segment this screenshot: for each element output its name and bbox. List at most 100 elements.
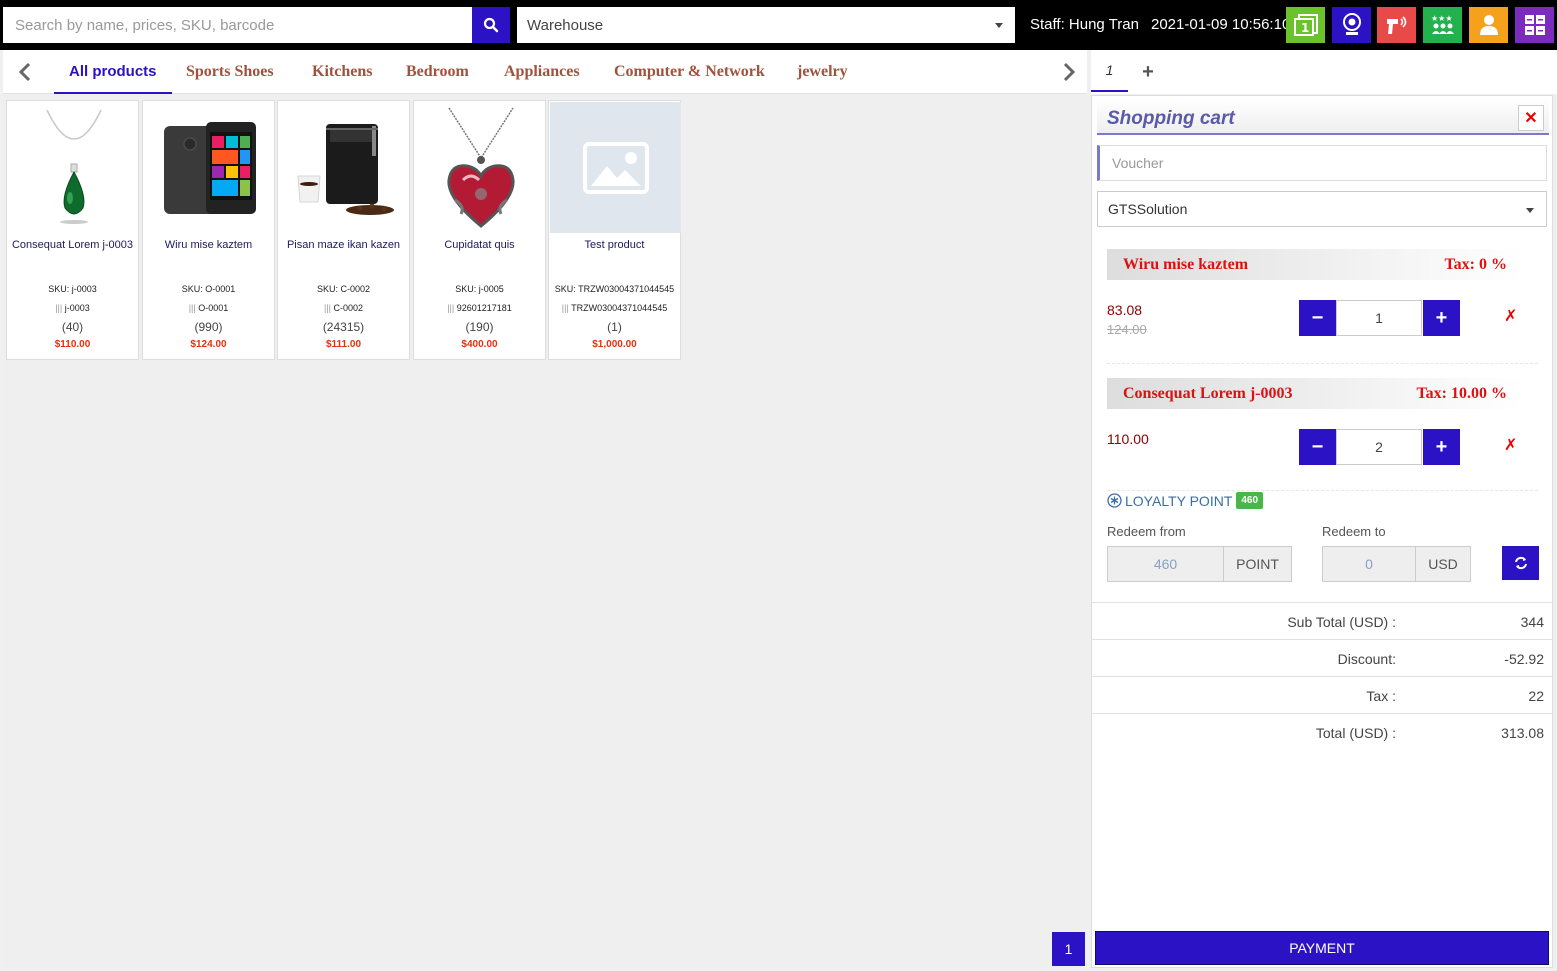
cart-item-original-price: 124.00 [1107, 322, 1147, 337]
increase-qty-button[interactable]: + [1423, 300, 1460, 336]
customer-value: GTSSolution [1108, 201, 1188, 217]
window-one-button[interactable]: 1 [1286, 7, 1325, 43]
barcode-icon: ||| [55, 303, 63, 313]
add-cart-tab-button[interactable]: + [1136, 50, 1160, 94]
product-name: Test product [584, 239, 645, 251]
product-barcode-value: 92601217181 [456, 303, 512, 313]
user-button[interactable] [1469, 7, 1508, 43]
product-name: Pisan maze ikan kazen [286, 239, 401, 251]
loyalty-point: LOYALTY POINT 460 [1107, 492, 1264, 509]
product-card[interactable]: Wiru mise kaztem SKU: O-0001 ||| O-0001 … [142, 100, 275, 360]
apps-grid-icon [1524, 15, 1545, 35]
category-tab-sports-shoes[interactable]: Sports Shoes [186, 50, 274, 94]
total-row: Total (USD) : 313.08 [1092, 713, 1552, 750]
product-sku: SKU: O-0001 [181, 284, 236, 294]
product-card[interactable]: Pisan maze ikan kazen SKU: C-0002 ||| C-… [277, 100, 410, 360]
product-stock: (990) [194, 320, 223, 334]
total-value: 313.08 [1501, 725, 1544, 741]
category-tab-appliances[interactable]: Appliances [504, 50, 580, 94]
cart-item-header: Consequat Lorem j-0003 Tax: 10.00 % [1107, 378, 1523, 409]
increase-qty-button[interactable]: + [1423, 429, 1460, 465]
category-tab-jewelry[interactable]: jewelry [797, 50, 848, 94]
product-barcode: ||| j-0003 [7, 303, 138, 313]
customer-select[interactable]: GTSSolution [1097, 191, 1547, 227]
remove-item-button[interactable]: ✗ [1504, 306, 1517, 326]
product-barcode-value: C-0002 [333, 303, 364, 313]
product-stock: (190) [465, 320, 494, 334]
category-tab-computer-network[interactable]: Computer & Network [614, 50, 765, 94]
product-barcode-value: TRZW03004371044545 [571, 303, 668, 313]
coffee-grinder-icon [296, 124, 394, 215]
page-button[interactable]: 1 [1052, 932, 1085, 966]
product-image [550, 102, 681, 233]
refresh-icon [1514, 556, 1527, 570]
payment-button[interactable]: PAYMENT [1095, 931, 1549, 965]
chevron-right-icon [1063, 62, 1076, 82]
decrease-qty-button[interactable]: − [1299, 300, 1336, 336]
apps-button[interactable] [1515, 7, 1554, 43]
product-stock: (1) [607, 320, 622, 334]
refresh-redeem-button[interactable] [1502, 546, 1539, 580]
redeem-from-input[interactable]: 460 [1107, 546, 1224, 582]
plus-icon: + [1142, 60, 1154, 83]
redeem-to-unit: USD [1415, 546, 1471, 582]
category-tab-kitchens[interactable]: Kitchens [312, 50, 372, 94]
customers-button[interactable]: ★★★ [1423, 7, 1462, 43]
warehouse-select[interactable]: Warehouse [517, 7, 1015, 43]
barcode-scanner-button[interactable] [1377, 7, 1416, 43]
product-barcode: ||| O-0001 [143, 303, 274, 313]
shopping-cart-panel: Shopping cart ✕ Voucher GTSSolution Wiru… [1091, 95, 1553, 968]
product-card[interactable]: Test product SKU: TRZW03004371044545 |||… [548, 100, 681, 360]
product-barcode: ||| TRZW03004371044545 [549, 303, 680, 313]
product-barcode-value: O-0001 [198, 303, 229, 313]
tax-value: 22 [1528, 688, 1544, 704]
close-cart-button[interactable]: ✕ [1518, 105, 1544, 131]
subtotal-value: 344 [1520, 614, 1544, 630]
cart-item-header: Wiru mise kaztem Tax: 0 % [1107, 249, 1523, 280]
chevron-left-icon [18, 62, 31, 82]
product-price: $1,000.00 [592, 339, 637, 350]
subtotal-label: Sub Total (USD) : [1287, 614, 1396, 630]
category-tab-all[interactable]: All products [54, 50, 172, 94]
search-icon [483, 17, 499, 33]
svg-text:1: 1 [1301, 21, 1309, 35]
cart-item-price: 110.00 [1107, 431, 1149, 447]
barcode-icon: ||| [447, 303, 455, 313]
decrease-qty-button[interactable]: − [1299, 429, 1336, 465]
phone-icon [163, 122, 256, 214]
remove-icon: ✗ [1504, 437, 1518, 454]
category-prev-button[interactable] [5, 50, 45, 94]
svg-text:★★★: ★★★ [1431, 14, 1453, 23]
staff-name: Staff: Hung Tran [1030, 16, 1139, 33]
plus-icon: + [1435, 306, 1448, 329]
product-image [13, 104, 134, 232]
discount-row: Discount: -52.92 [1092, 639, 1552, 676]
voucher-input[interactable]: Voucher [1097, 145, 1547, 181]
asterisk-circle-icon [1107, 493, 1122, 508]
minus-icon: − [1311, 435, 1324, 458]
product-card[interactable]: Cupidatat quis SKU: j-0005 ||| 926012171… [413, 100, 546, 360]
subtotal-row: Sub Total (USD) : 344 [1092, 602, 1552, 639]
redeem-to-input[interactable]: 0 [1322, 546, 1416, 582]
remove-item-button[interactable]: ✗ [1504, 435, 1517, 455]
divider [1107, 490, 1538, 491]
search-input[interactable] [3, 7, 472, 43]
product-image [284, 104, 405, 232]
search-button[interactable] [472, 7, 510, 43]
webcam-button[interactable] [1332, 7, 1371, 43]
quantity-input[interactable]: 1 [1336, 300, 1422, 336]
product-price: $400.00 [461, 339, 498, 350]
warehouse-value: Warehouse [527, 16, 604, 34]
user-icon [1479, 15, 1498, 35]
cart-tabs: 1 + [1091, 50, 1557, 94]
cart-tab[interactable]: 1 [1091, 50, 1128, 92]
heart-pendant-icon [446, 107, 515, 228]
category-tab-bedroom[interactable]: Bedroom [406, 50, 469, 94]
barcode-icon: ||| [188, 303, 196, 313]
necklace-icon [45, 109, 102, 224]
category-next-button[interactable] [1049, 50, 1089, 94]
cart-item-tax: Tax: 0 % [1444, 255, 1507, 273]
product-card[interactable]: Consequat Lorem j-0003 SKU: j-0003 ||| j… [6, 100, 139, 360]
webcam-icon [1342, 13, 1361, 35]
quantity-input[interactable]: 2 [1336, 429, 1422, 465]
